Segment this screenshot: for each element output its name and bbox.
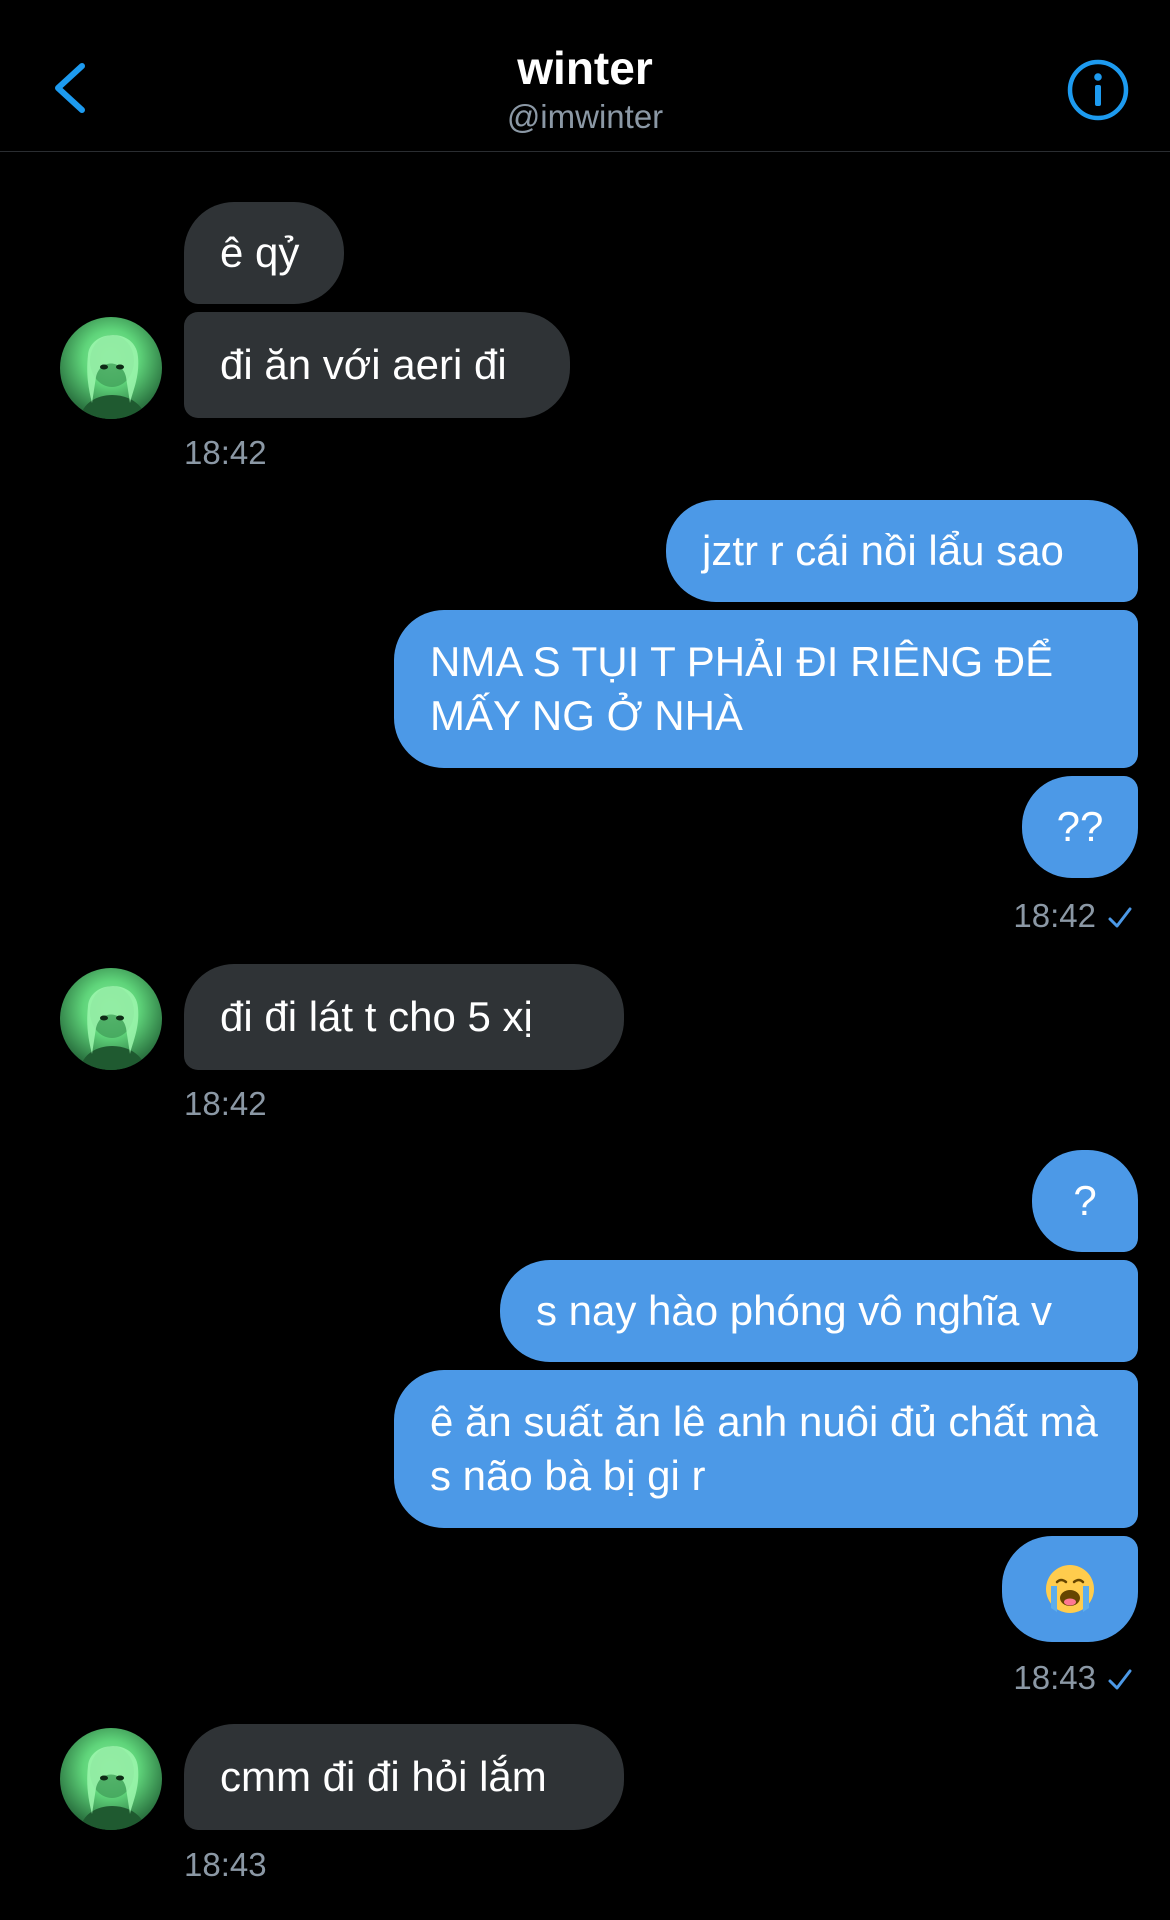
outgoing-message[interactable]: s nay hào phóng vô nghĩa v bbox=[500, 1260, 1138, 1362]
incoming-message[interactable]: cmm đi đi hỏi lắm bbox=[184, 1724, 624, 1830]
outgoing-message[interactable]: jztr r cái nồi lẩu sao bbox=[666, 500, 1138, 602]
message-text: ê qỷ bbox=[220, 229, 300, 276]
message-text: NMA S TỤI T PHẢI ĐI RIÊNG ĐỂ MẤY NG Ở NH… bbox=[430, 638, 1054, 739]
outgoing-message[interactable]: ?? bbox=[1022, 776, 1138, 878]
info-icon bbox=[1067, 59, 1129, 121]
message-status: 18:43 bbox=[1013, 1658, 1134, 1698]
message-text: cmm đi đi hỏi lắm bbox=[220, 1753, 547, 1800]
loudly-crying-face-icon bbox=[1046, 1565, 1094, 1613]
seen-check-icon bbox=[1106, 904, 1134, 932]
message-text: ? bbox=[1073, 1177, 1097, 1224]
avatar[interactable] bbox=[60, 317, 162, 419]
info-button[interactable] bbox=[1066, 58, 1130, 122]
message-timestamp: 18:43 bbox=[184, 1846, 267, 1883]
message-text: đi ăn với aeri đi bbox=[220, 341, 507, 388]
message-timestamp: 18:43 bbox=[1013, 1659, 1096, 1696]
incoming-message[interactable]: ê qỷ bbox=[184, 202, 344, 304]
message-timestamp: 18:42 bbox=[1013, 897, 1096, 934]
outgoing-message[interactable]: ê ăn suất ăn lê anh nuôi đủ chất mà s nã… bbox=[394, 1370, 1138, 1528]
profile-photo-icon bbox=[80, 986, 146, 1070]
conversation-title-block[interactable]: winter @imwinter bbox=[0, 40, 1170, 138]
incoming-message[interactable]: đi đi lát t cho 5 xị bbox=[184, 964, 624, 1070]
message-text: s nay hào phóng vô nghĩa v bbox=[536, 1287, 1053, 1334]
seen-check-icon bbox=[1106, 1666, 1134, 1694]
message-text: đi đi lát t cho 5 xị bbox=[220, 993, 533, 1040]
outgoing-message[interactable]: NMA S TỤI T PHẢI ĐI RIÊNG ĐỂ MẤY NG Ở NH… bbox=[394, 610, 1138, 768]
message-text: ê ăn suất ăn lê anh nuôi đủ chất mà s nã… bbox=[430, 1398, 1098, 1499]
outgoing-message[interactable]: ? bbox=[1032, 1150, 1138, 1252]
conversation-title: winter bbox=[517, 42, 653, 94]
profile-photo-icon bbox=[80, 335, 146, 419]
message-text: ?? bbox=[1056, 803, 1104, 850]
incoming-message[interactable]: đi ăn với aeri đi bbox=[184, 312, 570, 418]
message-status: 18:42 bbox=[1013, 896, 1134, 936]
message-text: jztr r cái nồi lẩu sao bbox=[702, 527, 1064, 574]
conversation-header: winter @imwinter bbox=[0, 0, 1170, 152]
message-timestamp: 18:42 bbox=[184, 434, 267, 471]
outgoing-message[interactable] bbox=[1002, 1536, 1138, 1642]
profile-photo-icon bbox=[80, 1746, 146, 1830]
conversation-handle: @imwinter bbox=[506, 98, 664, 135]
avatar[interactable] bbox=[60, 968, 162, 1070]
avatar[interactable] bbox=[60, 1728, 162, 1830]
message-timestamp: 18:42 bbox=[184, 1085, 267, 1122]
